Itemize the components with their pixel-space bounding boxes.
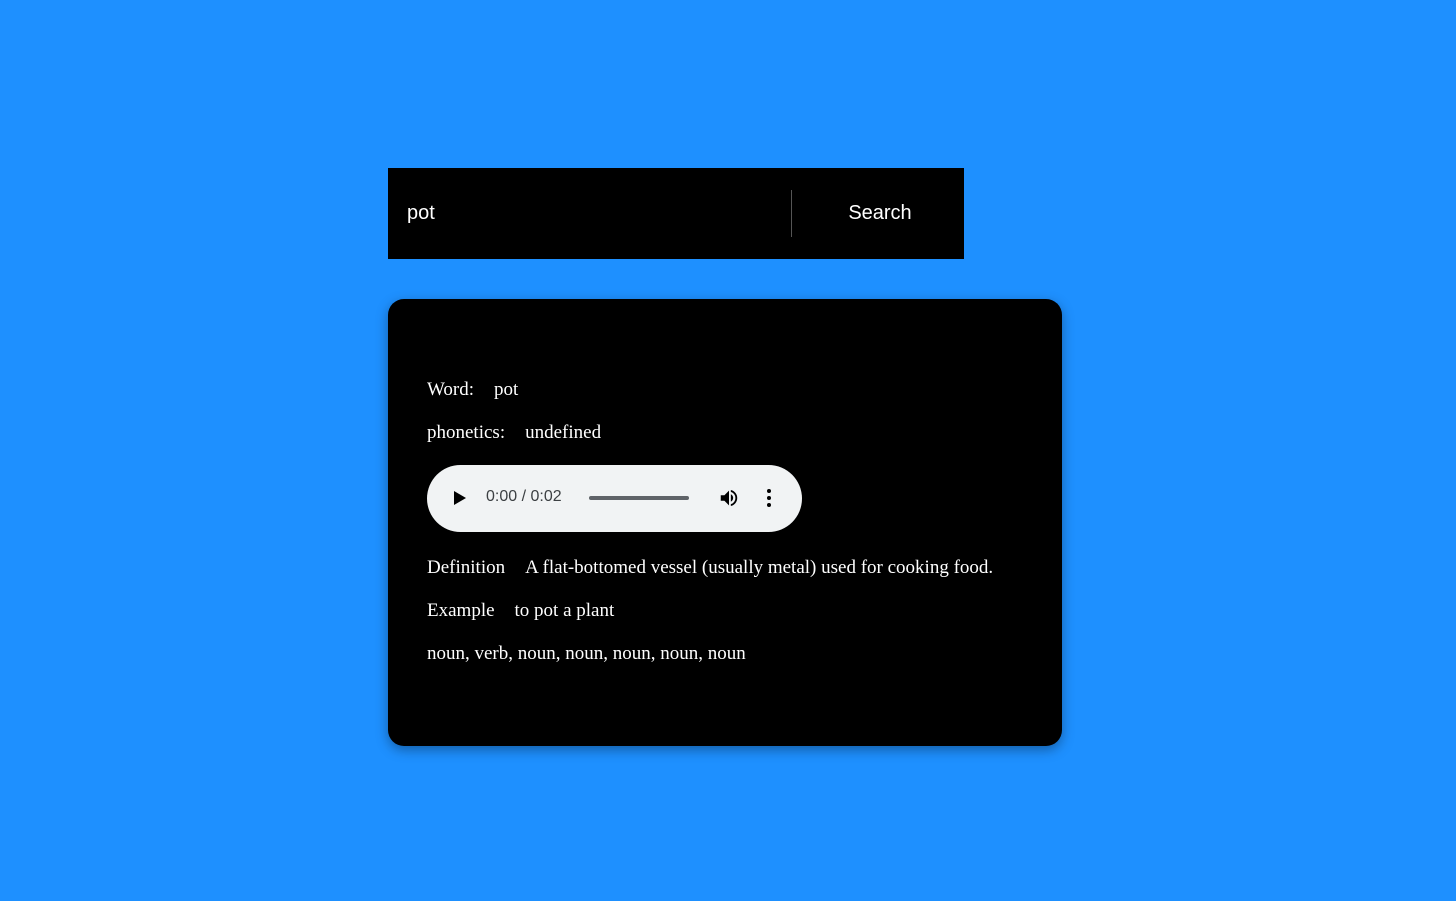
audio-progress-slider[interactable] xyxy=(589,496,689,500)
phonetics-row: phonetics: undefined xyxy=(427,422,601,444)
word-row: Word: pot xyxy=(427,379,518,401)
word-value: pot xyxy=(494,379,519,400)
play-icon[interactable] xyxy=(454,491,466,505)
example-row: Example to pot a plant xyxy=(427,600,614,622)
definition-row: Definition A flat-bottomed vessel (usuall… xyxy=(427,557,993,579)
volume-icon[interactable] xyxy=(718,487,740,509)
search-bar: Search xyxy=(388,168,964,259)
audio-player: 0:00 / 0:02 xyxy=(427,465,802,532)
more-options-icon[interactable] xyxy=(759,487,779,509)
example-label: Example xyxy=(427,600,495,621)
parts-of-speech: noun, verb, noun, noun, noun, noun, noun xyxy=(427,643,746,664)
word-label: Word: xyxy=(427,379,475,400)
result-card: Word: pot phonetics: undefined 0:00 / 0:02… xyxy=(388,299,1062,746)
definition-label: Definition xyxy=(427,557,506,578)
example-value: to pot a plant xyxy=(514,600,615,621)
phonetics-value: undefined xyxy=(525,422,602,443)
search-button[interactable]: Search xyxy=(792,168,964,259)
phonetics-label: phonetics: xyxy=(427,422,506,443)
search-input[interactable] xyxy=(388,168,791,259)
audio-time: 0:00 / 0:02 xyxy=(486,488,562,505)
definition-value: A flat-bottomed vessel (usually metal) u… xyxy=(525,557,994,578)
